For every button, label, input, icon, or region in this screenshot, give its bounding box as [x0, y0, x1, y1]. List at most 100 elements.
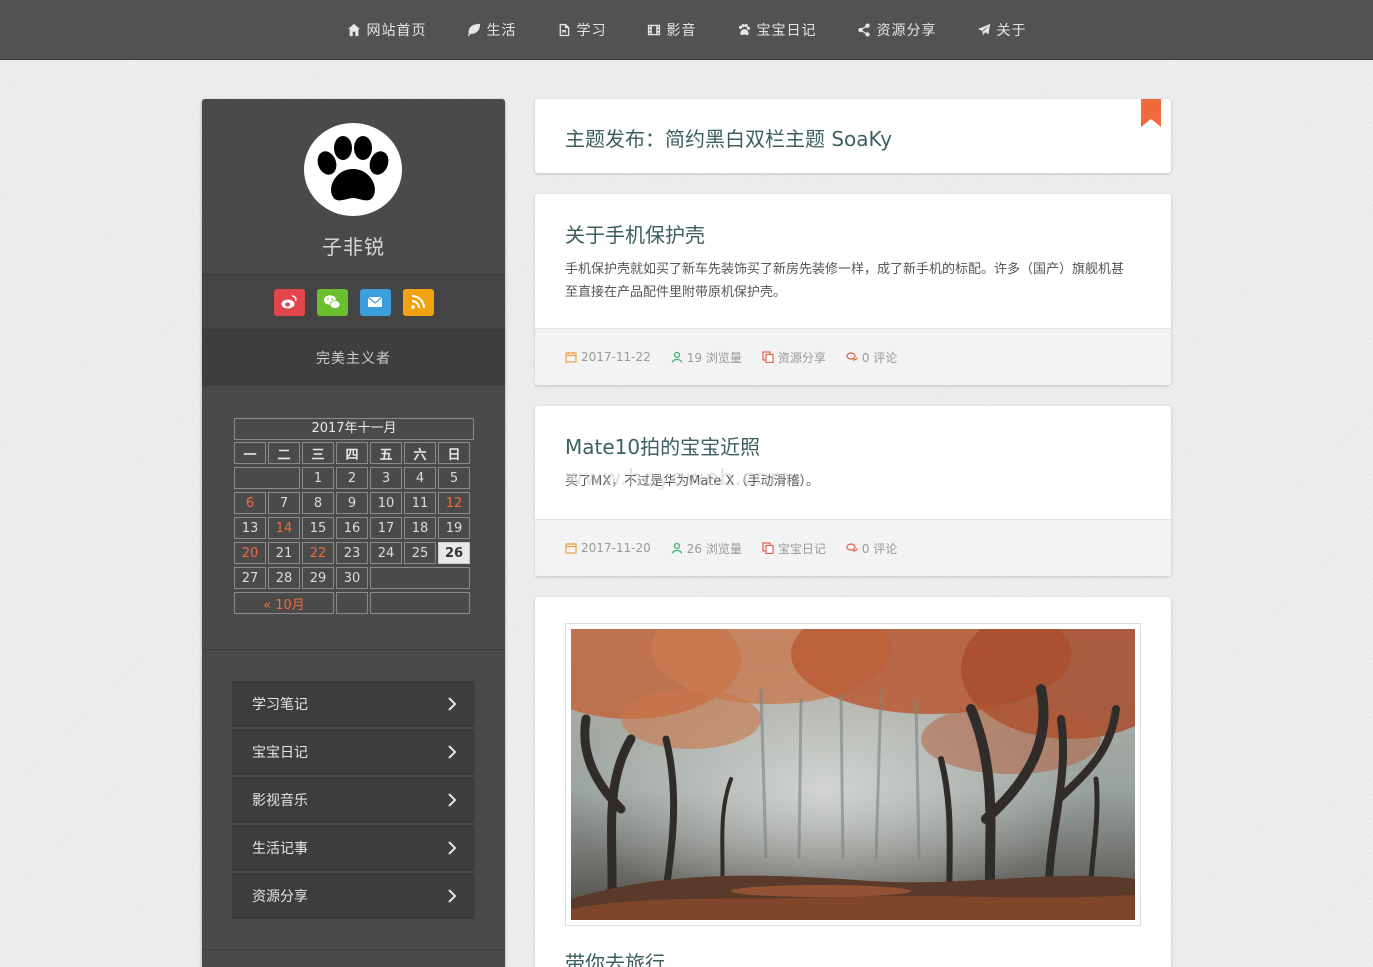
post-views-text: 19 浏览量: [686, 350, 742, 365]
weekday-header: 四: [336, 442, 368, 464]
nav-item-life[interactable]: 生活: [447, 0, 537, 60]
calendar-day: 21: [268, 542, 300, 564]
calendar-day: 8: [302, 492, 334, 514]
divider: [202, 649, 505, 650]
post-title-link[interactable]: 关于手机保护壳: [565, 219, 705, 248]
comments-icon: [846, 352, 858, 361]
nav-item-resources[interactable]: 资源分享: [837, 0, 957, 60]
calendar-day: 1: [302, 467, 334, 489]
comments-icon: [846, 543, 858, 552]
nav-item-home[interactable]: 网站首页: [327, 0, 447, 60]
post-title-link[interactable]: Mate10拍的宝宝近照: [565, 431, 760, 460]
category-item-film-music[interactable]: 影视音乐: [232, 777, 475, 823]
post-date: 2017-11-22: [565, 350, 651, 364]
chevron-right-icon: [448, 697, 457, 711]
post-category-text: 资源分享: [777, 350, 826, 365]
category-label: 影视音乐: [252, 793, 308, 809]
calendar-prev-month-link[interactable]: « 10月: [234, 592, 334, 614]
calendar-icon: [565, 352, 577, 363]
nav-item-about[interactable]: 关于: [957, 0, 1047, 60]
nav-label: 资源分享: [876, 22, 937, 39]
category-label: 宝宝日记: [252, 745, 308, 761]
copy-icon: [762, 351, 774, 363]
email-button[interactable]: [359, 288, 391, 316]
nav-item-media[interactable]: 影音: [627, 0, 717, 60]
calendar-day: 11: [404, 492, 436, 514]
category-label: 资源分享: [252, 889, 308, 905]
post-card: 关于手机保护壳 手机保护壳就如买了新车先装饰买了新房先装修一样，成了新手机的标配…: [535, 194, 1171, 385]
calendar-day: 30: [336, 567, 368, 589]
category-item-resources[interactable]: 资源分享: [232, 873, 475, 919]
nav-label: 宝宝日记: [756, 22, 817, 39]
calendar-day: 16: [336, 517, 368, 539]
calendar-day: 19: [438, 517, 470, 539]
bookmark-icon: [1141, 99, 1161, 127]
calendar-empty-cell: [336, 592, 368, 614]
post-title-link[interactable]: 带你去旅行: [565, 947, 665, 967]
calendar-day: 27: [234, 567, 266, 589]
post-comments-link[interactable]: 0 评论: [846, 349, 897, 366]
calendar-empty-cell: [234, 467, 300, 489]
post-views: 26 浏览量: [671, 540, 742, 557]
nav-label: 学习: [576, 22, 607, 39]
post-comments-text: 0 评论: [861, 541, 898, 556]
category-item-life-notes[interactable]: 生活记事: [232, 825, 475, 871]
post-comments-link[interactable]: 0 评论: [846, 540, 897, 557]
avatar[interactable]: [304, 123, 402, 216]
wechat-button[interactable]: [316, 288, 348, 316]
post-category-link[interactable]: 宝宝日记: [762, 540, 826, 557]
post-card: 带你去旅行: [535, 597, 1171, 967]
divider: [202, 949, 505, 950]
post-excerpt: 手机保护壳就如买了新车先装饰买了新房先装修一样，成了新手机的标配。许多（国产）旗…: [565, 262, 1125, 300]
watermark: www.hoyoweb.com: [565, 466, 793, 491]
post-featured-image[interactable]: [565, 623, 1141, 926]
calendar-day: 7: [268, 492, 300, 514]
calendar-icon: [565, 543, 577, 554]
calendar-today: 26: [438, 542, 470, 564]
post-card: Mate10拍的宝宝近照 买了MX，不过是华为Mate X（手动滑稽）。 201…: [535, 406, 1171, 576]
nav-item-baby-diary[interactable]: 宝宝日记: [717, 0, 837, 60]
calendar-day-with-posts[interactable]: 20: [234, 542, 266, 564]
post-meta: 2017-11-22 19 浏览量 资源分享 0 评论: [535, 328, 1171, 385]
nav-item-study[interactable]: 学习: [537, 0, 627, 60]
chevron-right-icon: [448, 889, 457, 903]
email-icon: [367, 296, 383, 307]
post-title-link[interactable]: 主题发布：简约黑白双栏主题 SoaKy: [565, 123, 892, 152]
category-label: 学习笔记: [252, 697, 308, 713]
calendar-day: 18: [404, 517, 436, 539]
category-item-baby-diary[interactable]: 宝宝日记: [232, 729, 475, 775]
post-date-text: 2017-11-20: [581, 541, 651, 555]
category-item-study-notes[interactable]: 学习笔记: [232, 681, 475, 727]
weekday-header: 一: [234, 442, 266, 464]
calendar-empty-cell: [370, 592, 470, 614]
category-list: 学习笔记 宝宝日记 影视音乐 生活记事 资源分享: [232, 681, 475, 921]
rss-icon: [411, 295, 425, 309]
chevron-right-icon: [448, 745, 457, 759]
nav-label: 关于: [996, 22, 1027, 39]
post-views: 19 浏览量: [671, 349, 742, 366]
social-links: [202, 274, 505, 330]
nav-label: 影音: [666, 22, 697, 39]
calendar-day-with-posts[interactable]: 14: [268, 517, 300, 539]
motto: 完美主义者: [202, 330, 505, 386]
calendar-day: 23: [336, 542, 368, 564]
calendar-day: 28: [268, 567, 300, 589]
calendar-day-with-posts[interactable]: 6: [234, 492, 266, 514]
chevron-right-icon: [448, 793, 457, 807]
post-category-link[interactable]: 资源分享: [762, 349, 826, 366]
paw-icon: [738, 23, 750, 35]
rss-button[interactable]: [402, 288, 434, 316]
calendar: 2017年十一月 一 二 三 四 五 六 日 1 2 3 4 5 6 7 8 9…: [234, 418, 474, 614]
calendar-day: 10: [370, 492, 402, 514]
post-comments-text: 0 评论: [861, 350, 898, 365]
profile-section: 子非锐: [202, 99, 505, 274]
calendar-empty-cell: [370, 567, 470, 589]
weibo-button[interactable]: [273, 288, 305, 316]
post-meta: 2017-11-20 26 浏览量 宝宝日记 0 评论: [535, 519, 1171, 576]
weibo-icon: [281, 295, 297, 309]
calendar-day-with-posts[interactable]: 22: [302, 542, 334, 564]
calendar-day: 9: [336, 492, 368, 514]
film-icon: [647, 24, 660, 35]
calendar-day-with-posts[interactable]: 12: [438, 492, 470, 514]
calendar-title: 2017年十一月: [234, 418, 474, 440]
